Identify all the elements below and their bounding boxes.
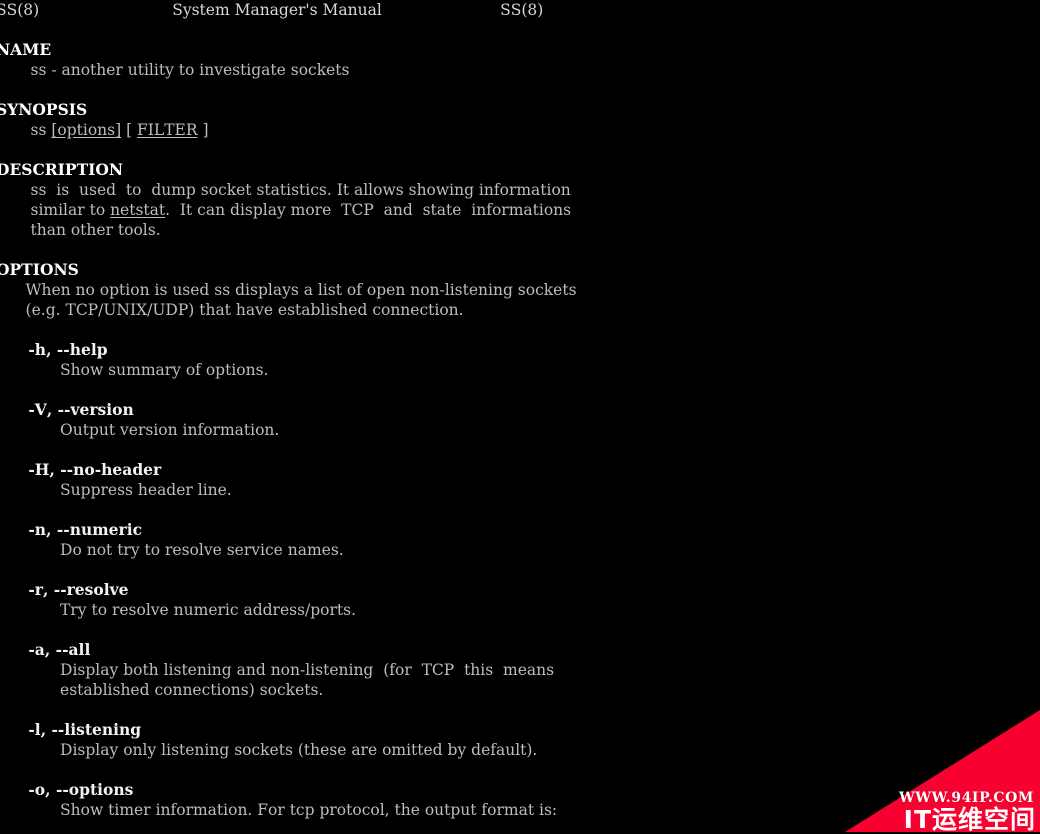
man-line-blank [0,560,1040,580]
man-body-line: Suppress header line. [0,481,232,499]
man-line-blank [0,80,1040,100]
man-line-blank [0,140,1040,160]
synopsis-command: ss [0,121,52,139]
synopsis-sep-2: ] [197,121,209,139]
man-line-blank [0,320,1040,340]
man-body-line: ss - another utility to investigate sock… [0,61,350,79]
man-body-line: Output version information. [0,421,280,439]
man-option-flag: -H, --no-header [0,460,162,479]
synopsis-filter-link[interactable]: FILTER [137,121,198,139]
netstat-link[interactable]: netstat [110,201,165,219]
man-section-heading: DESCRIPTION [0,160,124,179]
man-section-heading: SYNOPSIS [0,100,88,119]
man-body-line: (e.g. TCP/UNIX/UDP) that have establishe… [0,301,464,319]
man-option-flag: -a, --all [0,640,91,659]
man-option-flag: -r, --resolve [0,580,129,599]
man-page-text-body: SS(8) System Manager's Manual SS(8) NAME… [0,0,1040,820]
man-line-blank [0,620,1040,640]
man-line-blank [0,700,1040,720]
man-body-line: Show summary of options. [0,361,269,379]
man-line-blank [0,240,1040,260]
synopsis-options-link[interactable]: [options] [51,121,121,139]
man-line-blank [0,380,1040,400]
man-line-blank [0,440,1040,460]
man-body-line: Display only listening sockets (these ar… [0,741,538,759]
man-option-flag: -V, --version [0,400,134,419]
man-section-heading: NAME [0,40,52,59]
man-option-flag: -h, --help [0,340,108,359]
description-prefix: similar to [0,201,111,219]
man-body-line: Try to resolve numeric address/ports. [0,601,357,619]
man-body-line: Do not try to resolve service names. [0,541,344,559]
man-body-line: When no option is used ss displays a lis… [0,281,577,299]
man-line-blank [0,20,1040,40]
man-option-flag: -l, --listening [0,720,142,739]
description-suffix: . It can display more TCP and state info… [165,201,572,219]
synopsis-sep-1: [ [121,121,138,139]
man-body-line: Show timer information. For tcp protocol… [0,801,558,819]
man-option-flag: -o, --options [0,780,134,799]
man-option-flag: -n, --numeric [0,520,143,539]
man-synopsis-line: ss [options] [ FILTER ] [0,120,1040,140]
man-page-terminal: SS(8) System Manager's Manual SS(8) NAME… [0,0,1040,834]
man-body-line: Display both listening and non-listening… [0,661,555,679]
man-body-line: established connections) sockets. [0,681,324,699]
man-line-blank [0,500,1040,520]
man-section-heading: OPTIONS [0,260,79,279]
man-line-blank [0,760,1040,780]
man-description-line: similar to netstat. It can display more … [0,200,1040,220]
man-body-line: ss is used to dump socket statistics. It… [0,181,571,199]
man-body-line: than other tools. [0,221,161,239]
man-header-line: SS(8) System Manager's Manual SS(8) [0,1,544,19]
